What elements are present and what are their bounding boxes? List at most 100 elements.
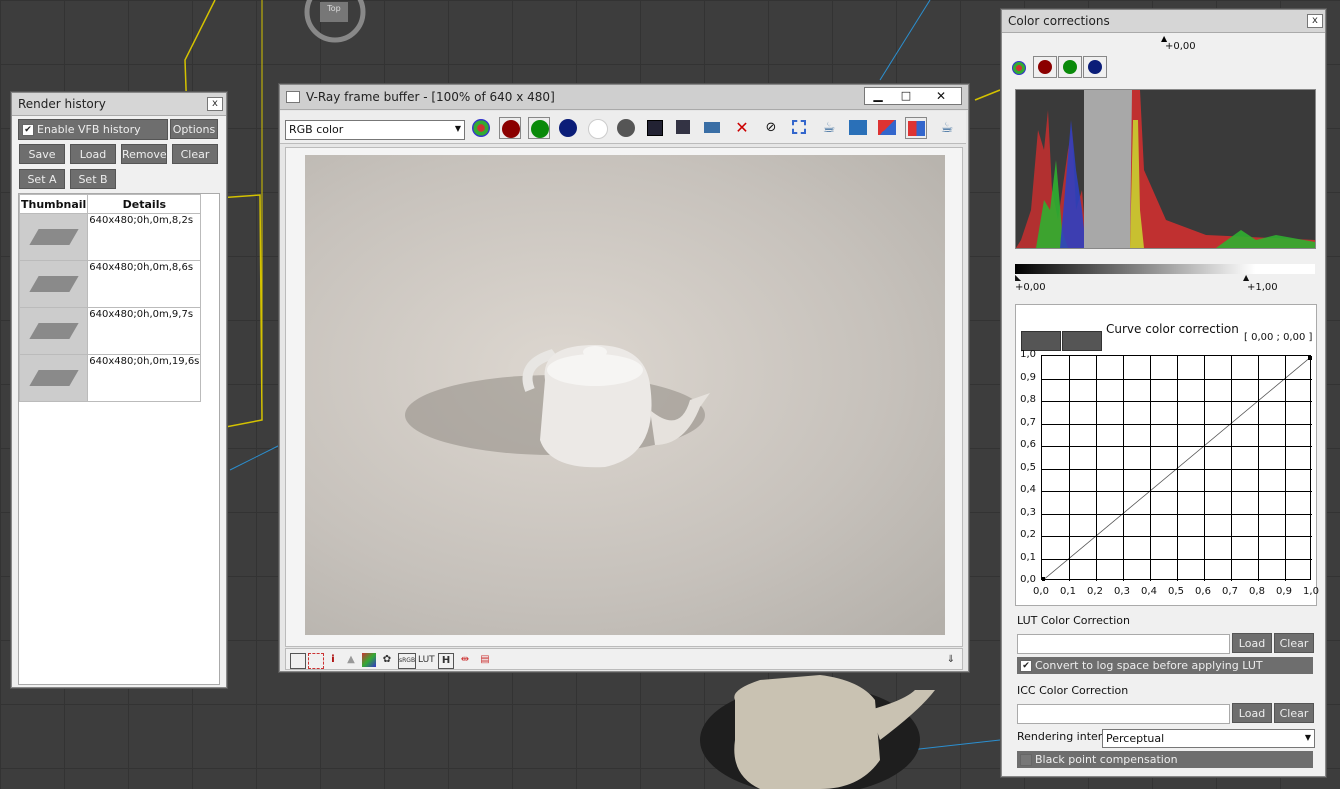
set-a-button[interactable]: Set A bbox=[19, 169, 65, 189]
lut-label: LUT Color Correction bbox=[1017, 614, 1130, 627]
render-thumbnail[interactable] bbox=[18, 260, 89, 308]
region-render-icon[interactable] bbox=[789, 117, 811, 139]
color-clamp-icon[interactable]: ✿ bbox=[380, 653, 394, 667]
checkbox-icon[interactable]: ✔ bbox=[22, 124, 34, 136]
curve-preset-button-2[interactable] bbox=[1062, 331, 1102, 351]
histogram-icon[interactable] bbox=[362, 653, 376, 667]
checkbox-icon[interactable]: ✔ bbox=[1020, 660, 1032, 672]
y-tick-label: 0,3 bbox=[1020, 506, 1036, 518]
blue-channel-icon[interactable] bbox=[557, 117, 579, 139]
icc-clear-button[interactable]: Clear bbox=[1274, 703, 1314, 723]
lut-icon[interactable]: LUT bbox=[418, 653, 435, 667]
grid-line-horizontal bbox=[1042, 491, 1312, 492]
lut-load-button[interactable]: Load bbox=[1232, 633, 1272, 653]
lut-file-field[interactable] bbox=[1017, 634, 1230, 654]
close-button[interactable]: x bbox=[1307, 14, 1323, 28]
link-to-3dsmax-icon[interactable] bbox=[847, 117, 869, 139]
maximize-icon[interactable]: □ bbox=[893, 88, 919, 104]
save-image-icon[interactable] bbox=[644, 117, 666, 139]
curve-graph[interactable] bbox=[1041, 355, 1312, 581]
levels-gradient[interactable] bbox=[1015, 264, 1315, 274]
load-button[interactable]: Load bbox=[70, 144, 116, 164]
render-last-icon[interactable]: ☕ bbox=[818, 117, 840, 139]
history-table: Thumbnail Details 640x480;0h,0m,8,2s 640… bbox=[18, 194, 202, 402]
lut-clear-button[interactable]: Clear bbox=[1274, 633, 1314, 653]
h-icon[interactable]: H bbox=[438, 653, 454, 669]
log-space-toggle[interactable]: ✔ Convert to log space before applying L… bbox=[1017, 657, 1313, 674]
rgb-channel-tab-icon[interactable] bbox=[1009, 58, 1029, 78]
render-history-titlebar[interactable]: Render history x bbox=[12, 93, 226, 116]
set-b-button[interactable]: Set B bbox=[70, 169, 116, 189]
red-channel-icon[interactable] bbox=[499, 117, 521, 139]
mono-channel-icon[interactable] bbox=[615, 117, 637, 139]
alpha-channel-icon[interactable] bbox=[586, 117, 608, 139]
blue-channel-tab-icon[interactable] bbox=[1083, 56, 1107, 78]
levels-white-handle[interactable]: ▲ bbox=[1243, 273, 1249, 282]
vfb-window: V-Ray frame buffer - [100% of 640 x 480]… bbox=[279, 84, 969, 672]
red-channel-tab-icon[interactable] bbox=[1033, 56, 1057, 78]
enable-vfb-history-label: Enable VFB history bbox=[37, 123, 141, 136]
render-teapot-icon[interactable]: ☕ bbox=[936, 117, 958, 139]
viewcube-top-label[interactable]: Top bbox=[320, 2, 348, 22]
green-channel-icon[interactable] bbox=[528, 117, 550, 139]
remove-button[interactable]: Remove bbox=[121, 144, 167, 164]
y-tick-label: 0,2 bbox=[1020, 529, 1036, 540]
curve-preset-button-1[interactable] bbox=[1021, 331, 1061, 351]
options-button[interactable]: Options bbox=[170, 119, 218, 139]
table-row[interactable]: 640x480;0h,0m,9,7s bbox=[18, 307, 202, 355]
display-window-icon[interactable] bbox=[290, 653, 306, 669]
histogram[interactable] bbox=[1015, 89, 1316, 249]
channel-select[interactable]: RGB color ▼ bbox=[285, 120, 465, 140]
rendering-intent-select[interactable]: Perceptual ▼ bbox=[1102, 729, 1315, 748]
grid-line-vertical bbox=[1204, 356, 1205, 581]
grid-line-horizontal bbox=[1042, 558, 1312, 560]
track-mouse-icon[interactable]: ⊘ bbox=[760, 117, 782, 139]
levels-black-handle[interactable]: ◣ bbox=[1015, 273, 1021, 282]
render-image[interactable] bbox=[305, 155, 945, 635]
black-point-toggle[interactable]: Black point compensation bbox=[1017, 751, 1313, 768]
render-thumbnail[interactable] bbox=[18, 354, 89, 402]
table-row[interactable]: 640x480;0h,0m,8,2s bbox=[18, 213, 202, 261]
table-row[interactable]: 640x480;0h,0m,19,6s bbox=[18, 354, 202, 402]
checkbox-icon[interactable] bbox=[1020, 754, 1032, 766]
load-image-icon[interactable] bbox=[702, 117, 724, 139]
vfb-title: V-Ray frame buffer - [100% of 640 x 480] bbox=[306, 90, 555, 104]
minimize-icon[interactable]: ▁ bbox=[865, 88, 891, 104]
region-icon[interactable] bbox=[308, 653, 324, 669]
close-icon[interactable]: ✕ bbox=[923, 88, 959, 104]
compare-ab-horizontal-icon[interactable] bbox=[876, 117, 898, 139]
ocio-icon[interactable]: ▤ bbox=[478, 653, 492, 667]
table-row[interactable]: 640x480;0h,0m,8,6s bbox=[18, 260, 202, 308]
clear-button[interactable]: Clear bbox=[172, 144, 218, 164]
save-all-icon[interactable] bbox=[673, 117, 695, 139]
srgb-icon[interactable]: sRGB bbox=[398, 653, 416, 669]
render-thumbnail[interactable] bbox=[18, 213, 89, 261]
compare-ab-vertical-icon[interactable] bbox=[905, 117, 927, 139]
x-tick-label: 0,7 bbox=[1222, 586, 1238, 597]
render-details: 640x480;0h,0m,19,6s bbox=[87, 354, 202, 402]
column-header-thumbnail[interactable]: Thumbnail bbox=[18, 194, 89, 214]
info-icon[interactable]: i bbox=[326, 653, 340, 667]
levels-icon[interactable]: ▲ bbox=[344, 653, 358, 667]
green-channel-tab-icon[interactable] bbox=[1058, 56, 1082, 78]
y-tick-label: 0,6 bbox=[1020, 439, 1036, 450]
vfb-titlebar[interactable]: V-Ray frame buffer - [100% of 640 x 480]… bbox=[280, 85, 968, 110]
render-thumbnail[interactable] bbox=[18, 307, 89, 355]
pixel-aspect-icon[interactable]: ⇹ bbox=[458, 653, 472, 667]
x-tick-label: 1,0 bbox=[1303, 586, 1319, 597]
color-corrections-titlebar[interactable]: Color corrections x bbox=[1002, 10, 1325, 33]
rgb-channel-icon[interactable] bbox=[470, 117, 492, 139]
close-button[interactable]: x bbox=[207, 97, 223, 111]
enable-vfb-history-toggle[interactable]: ✔ Enable VFB history bbox=[18, 119, 168, 140]
clear-image-icon[interactable]: ✕ bbox=[731, 117, 753, 139]
y-tick-label: 0,7 bbox=[1020, 416, 1036, 428]
x-tick-label: 0,6 bbox=[1195, 586, 1211, 597]
icc-file-field[interactable] bbox=[1017, 704, 1230, 724]
histogram-graph bbox=[1016, 90, 1315, 248]
icc-load-button[interactable]: Load bbox=[1232, 703, 1272, 723]
y-tick-label: 0,9 bbox=[1020, 371, 1036, 383]
expand-panel-icon[interactable]: ⇓ bbox=[944, 653, 958, 667]
save-button[interactable]: Save bbox=[19, 144, 65, 164]
y-tick-label: 0,0 bbox=[1020, 574, 1036, 585]
column-header-details[interactable]: Details bbox=[87, 194, 202, 214]
